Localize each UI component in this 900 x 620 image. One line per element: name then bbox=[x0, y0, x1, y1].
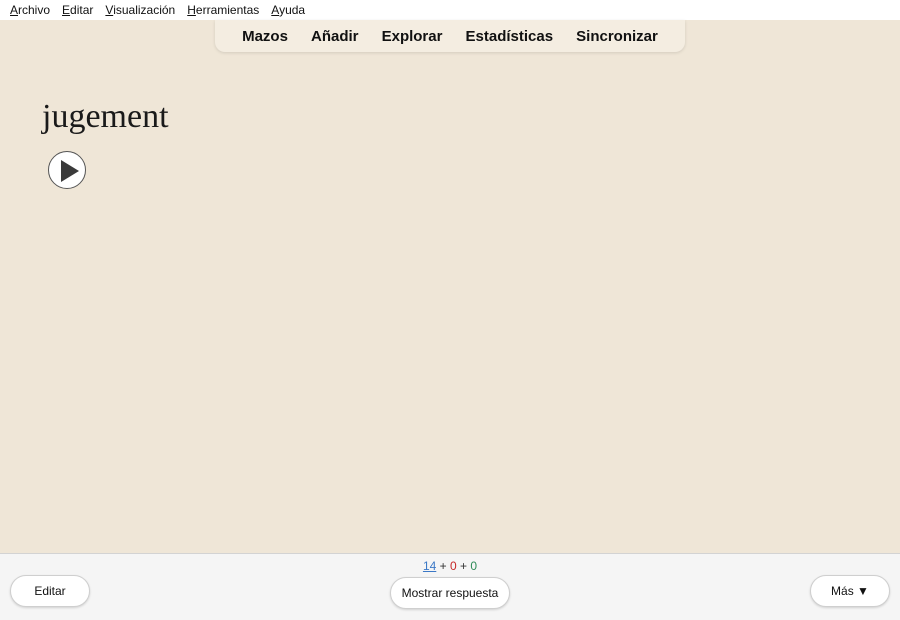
new-count[interactable]: 14 bbox=[423, 559, 436, 573]
menu-ayuda[interactable]: Ayuda bbox=[265, 0, 311, 20]
card-front-text: jugement bbox=[42, 98, 169, 135]
toolbar-browse[interactable]: Explorar bbox=[382, 28, 443, 45]
review-count: 0 bbox=[470, 559, 478, 573]
count-separator: + bbox=[456, 559, 471, 573]
play-icon bbox=[61, 160, 79, 182]
menu-editar[interactable]: Editar bbox=[56, 0, 99, 20]
learn-count: 0 bbox=[449, 559, 457, 573]
toolbar-sync[interactable]: Sincronizar bbox=[576, 28, 658, 45]
toolbar-decks[interactable]: Mazos bbox=[242, 28, 288, 45]
toolbar-stats[interactable]: Estadísticas bbox=[466, 28, 554, 45]
top-toolbar: Mazos Añadir Explorar Estadísticas Sincr… bbox=[215, 20, 685, 52]
menu-bar: Archivo Editar Visualización Herramienta… bbox=[0, 0, 900, 20]
menu-archivo[interactable]: Archivo bbox=[4, 0, 56, 20]
card-area: jugement bbox=[0, 52, 900, 553]
menu-herramientas[interactable]: Herramientas bbox=[181, 0, 265, 20]
more-button[interactable]: Más ▼ bbox=[810, 575, 890, 607]
replay-audio-button[interactable] bbox=[48, 151, 86, 189]
edit-button[interactable]: Editar bbox=[10, 575, 90, 607]
count-separator: + bbox=[436, 559, 450, 573]
toolbar-add[interactable]: Añadir bbox=[311, 28, 359, 45]
bottom-bar: 14 + 0 + 0 Editar Mostrar respuesta Más … bbox=[0, 553, 900, 620]
show-answer-button[interactable]: Mostrar respuesta bbox=[390, 577, 510, 609]
menu-visualizacion[interactable]: Visualización bbox=[99, 0, 181, 20]
due-counts: 14 + 0 + 0 bbox=[0, 559, 900, 573]
